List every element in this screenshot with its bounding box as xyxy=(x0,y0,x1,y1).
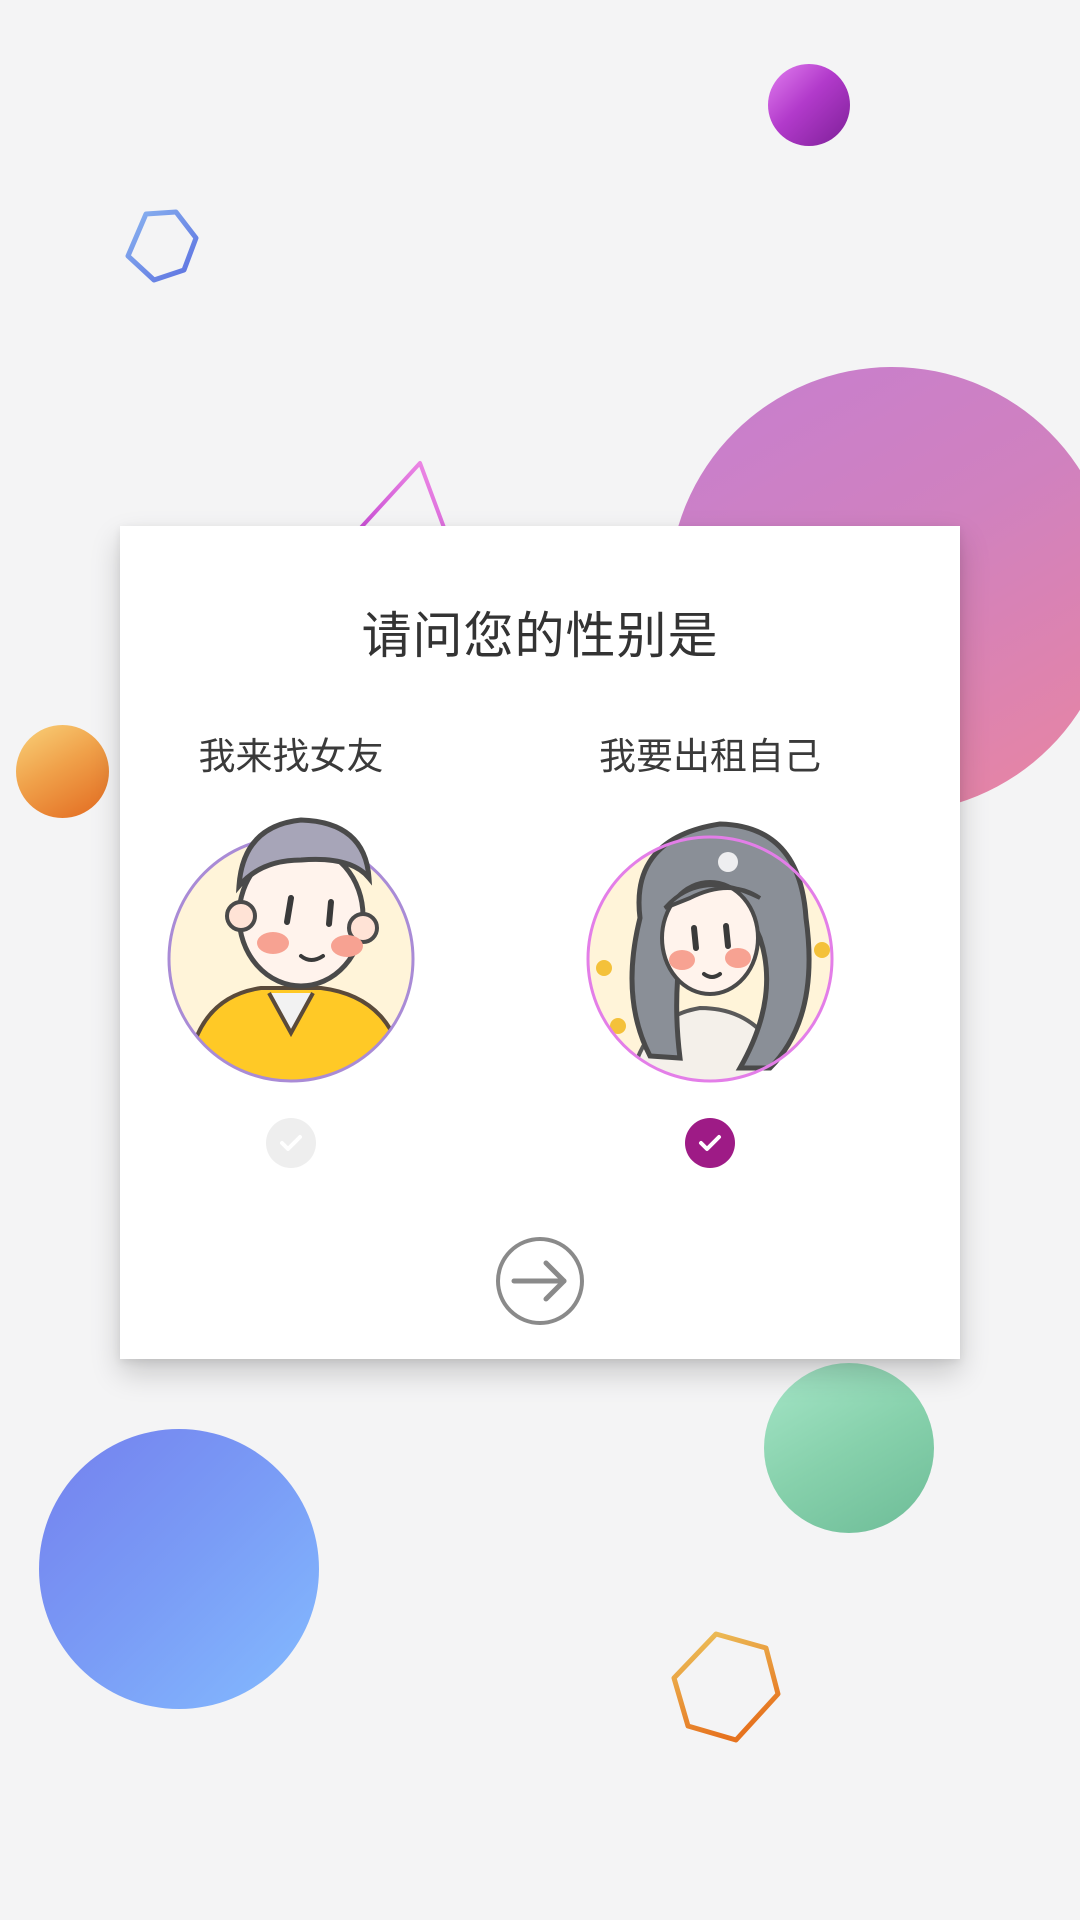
option-label-male: 我来找女友 xyxy=(198,735,384,778)
checkbox-male[interactable] xyxy=(266,1118,316,1168)
option-label-female: 我要出租自己 xyxy=(599,735,821,778)
female-avatar-illustration xyxy=(586,821,834,1083)
gender-selection-card: 请问您的性别是 我来找女友 我要出租自己 xyxy=(120,526,960,1359)
decor-dot-purple xyxy=(768,64,850,146)
decor-circle-green xyxy=(764,1363,934,1533)
next-button[interactable] xyxy=(494,1235,586,1327)
decor-hexagon-orange xyxy=(671,1631,781,1743)
male-avatar-illustration xyxy=(167,817,415,1083)
gender-option-female[interactable]: 我要出租自己 xyxy=(550,726,870,1186)
gender-option-male[interactable]: 我来找女友 xyxy=(131,726,451,1186)
checkmark-icon xyxy=(280,1135,302,1151)
checkbox-female[interactable] xyxy=(685,1118,735,1168)
decor-hexagon-blue xyxy=(125,209,199,283)
arrow-right-circle-icon xyxy=(496,1237,584,1325)
checkmark-icon xyxy=(699,1135,721,1151)
decor-dot-orange xyxy=(16,725,109,818)
decor-triangle-pink xyxy=(354,461,448,535)
decor-circle-blue xyxy=(39,1429,319,1709)
page-title: 请问您的性别是 xyxy=(361,607,719,665)
